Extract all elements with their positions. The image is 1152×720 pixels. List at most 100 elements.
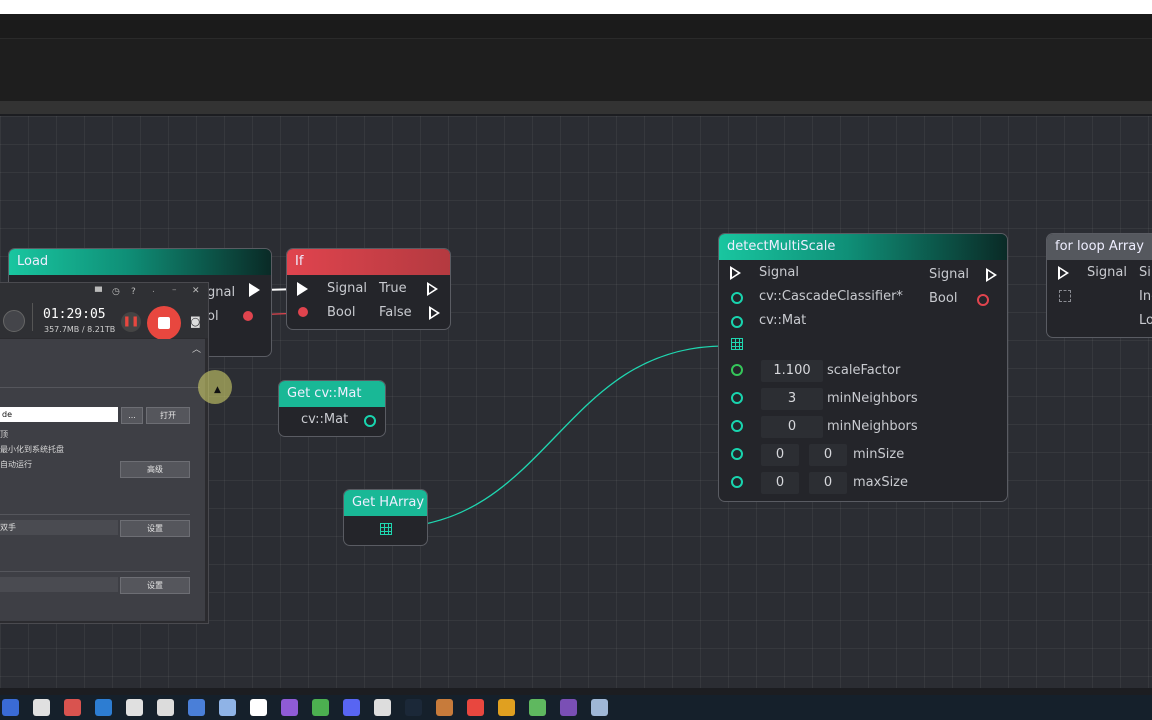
browse-button[interactable]: ... (121, 407, 143, 424)
option-autostart[interactable]: 自动运行 (0, 459, 32, 470)
detect-minneighbors-pin[interactable] (731, 392, 743, 404)
load-signal-out-pin[interactable] (249, 283, 260, 297)
forloop-index-label: Inc (1139, 289, 1152, 304)
toolbar-divider (0, 101, 1152, 114)
visual-studio-icon[interactable] (281, 699, 298, 716)
unity-icon[interactable] (374, 699, 391, 716)
second-hotkey-field[interactable] (0, 577, 118, 592)
notes-icon[interactable] (33, 699, 50, 716)
forloop-signal-in-pin[interactable] (1058, 266, 1069, 280)
get-harray-node[interactable]: Get HArray (343, 489, 428, 546)
app-icon[interactable] (64, 699, 81, 716)
harray-output-pin-icon[interactable] (380, 523, 392, 535)
minsize-label: minSize (853, 447, 905, 462)
minsize-width-input[interactable]: 0 (761, 444, 799, 466)
folder-icon[interactable]: ▀ (95, 288, 102, 298)
tools-icon[interactable] (188, 699, 205, 716)
mail-icon[interactable] (95, 699, 112, 716)
chrome-icon[interactable] (498, 699, 515, 716)
get-mat-output-pin[interactable] (364, 415, 376, 427)
steam-icon[interactable] (405, 699, 422, 716)
help-icon[interactable]: ? (131, 287, 136, 297)
get-mat-node[interactable]: Get cv::Mat cv::Mat (278, 380, 386, 437)
screen-recorder-window[interactable]: ▀ ◷ ? . – ✕ 01:29:05 357.7MB / 8.21TB ❚❚… (0, 282, 209, 624)
maxsize-width-input[interactable]: 0 (761, 472, 799, 494)
media-icon[interactable] (560, 699, 577, 716)
save-path-input[interactable]: de (0, 407, 118, 422)
detect-signal-out-pin[interactable] (986, 268, 997, 282)
harray-to-detect-wire (384, 345, 726, 529)
advanced-button[interactable]: 高级 (120, 461, 190, 478)
camera-icon[interactable]: ◙ (190, 315, 201, 328)
load-bool-out-pin[interactable] (243, 311, 253, 321)
minimize-icon[interactable]: – (172, 285, 177, 295)
storage-readout: 357.7MB / 8.21TB (44, 325, 116, 334)
minsize-height-input[interactable]: 0 (809, 444, 847, 466)
detect-objects-in-pin-icon[interactable] (731, 338, 743, 350)
detect-scalefactor-pin[interactable] (731, 364, 743, 376)
option-always-on-top[interactable]: 顶 (0, 429, 8, 440)
discord-icon[interactable] (343, 699, 360, 716)
collapse-icon[interactable]: ︿ (192, 342, 201, 355)
maxsize-height-input[interactable]: 0 (809, 472, 847, 494)
detect-bool-out-pin[interactable] (977, 294, 989, 306)
second-set-button[interactable]: 设置 (120, 577, 190, 594)
detect-signal-out-label: Signal (929, 267, 969, 282)
close-icon[interactable]: ✕ (192, 286, 200, 296)
webcam-icon[interactable] (3, 310, 25, 332)
detect-signal-in-pin[interactable] (730, 266, 741, 280)
recorder-app-icon[interactable] (436, 699, 453, 716)
forloop-signal-label: Signal (1087, 265, 1127, 280)
top-white-strip (0, 0, 1152, 14)
start-icon[interactable] (2, 699, 19, 716)
recorder-settings-panel: ︿ de ... 打开 顶 最小化到系统托盘 自动运行 高级 双手 设置 设置 (0, 339, 205, 621)
minneighbors-input[interactable]: 3 (761, 388, 823, 410)
if-node[interactable]: If Signal True Bool False (286, 248, 451, 330)
scalefactor-label: scaleFactor (827, 363, 901, 378)
pause-button[interactable]: ❚❚ (121, 312, 141, 332)
hotkey-set-button[interactable]: 设置 (120, 520, 190, 537)
detect-minsize-pin[interactable] (731, 448, 743, 460)
detect-flags-pin[interactable] (731, 420, 743, 432)
minimize-small-icon[interactable]: . (152, 285, 155, 295)
forloop-array-pin-icon[interactable] (1059, 290, 1071, 302)
detect-maxsize-pin[interactable] (731, 476, 743, 488)
file-icon[interactable] (250, 699, 267, 716)
get-mat-output-label: cv::Mat (301, 412, 349, 427)
window-icon[interactable] (591, 699, 608, 716)
get-mat-header[interactable]: Get cv::Mat (279, 381, 385, 407)
option-minimize-to-tray[interactable]: 最小化到系统托盘 (0, 444, 64, 455)
minecraft-icon[interactable] (312, 699, 329, 716)
detect-classifier-in-pin[interactable] (731, 292, 743, 304)
if-signal-in-pin[interactable] (297, 282, 308, 296)
calc-icon[interactable] (219, 699, 236, 716)
get-harray-header[interactable]: Get HArray (344, 490, 427, 516)
separator (0, 514, 190, 515)
if-false-label: False (379, 305, 412, 320)
record-red-icon[interactable] (467, 699, 484, 716)
record-icon[interactable] (126, 699, 143, 716)
stop-record-button[interactable] (147, 306, 181, 340)
separator (0, 387, 200, 388)
separator (0, 571, 190, 572)
if-signal-label: Signal (327, 281, 367, 296)
if-node-header[interactable]: If (287, 249, 450, 275)
if-false-out-pin[interactable] (429, 306, 440, 320)
box-icon[interactable] (529, 699, 546, 716)
detect-mat-in-pin[interactable] (731, 316, 743, 328)
for-loop-array-node[interactable]: for loop Array Signal Si Inc Lo (1046, 233, 1152, 338)
hotkey-field[interactable]: 双手 (0, 520, 118, 535)
if-bool-in-pin[interactable] (298, 307, 308, 317)
load-node-header[interactable]: Load (9, 249, 271, 275)
detect-multiscale-node[interactable]: detectMultiScale Signal Signal cv::Casca… (718, 233, 1008, 502)
detect-header[interactable]: detectMultiScale (719, 234, 1007, 260)
maxsize-label: maxSize (853, 475, 909, 490)
scalefactor-input[interactable]: 1.100 (761, 360, 823, 382)
forloop-header[interactable]: for loop Array (1047, 234, 1152, 260)
if-true-out-pin[interactable] (427, 282, 438, 296)
title-bar (0, 14, 1152, 39)
clock-icon[interactable]: ◷ (112, 287, 120, 297)
bird-icon[interactable] (157, 699, 174, 716)
flags-input[interactable]: 0 (761, 416, 823, 438)
open-folder-button[interactable]: 打开 (146, 407, 190, 424)
